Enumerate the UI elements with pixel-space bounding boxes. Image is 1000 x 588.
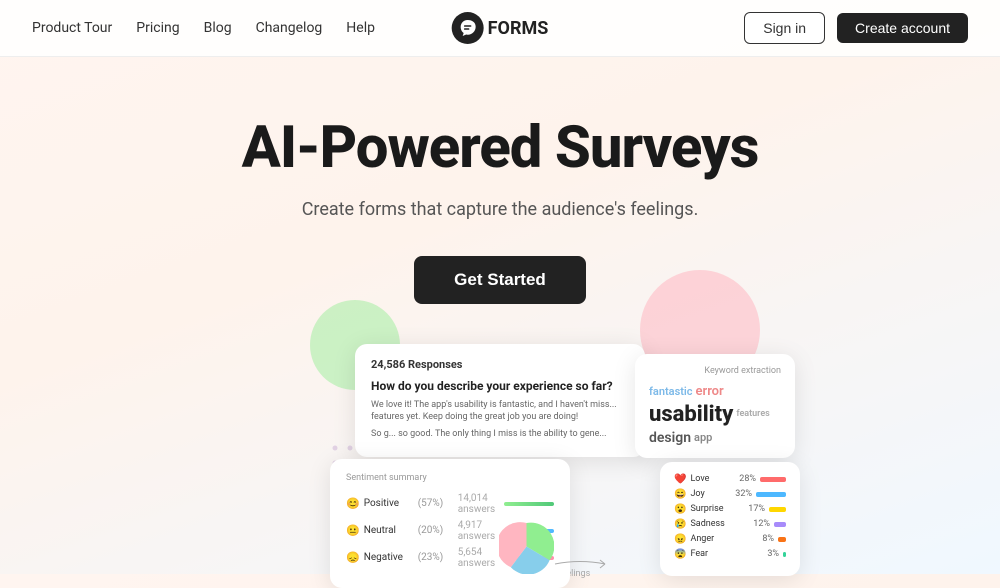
- logo[interactable]: FORMS: [452, 12, 549, 44]
- sentiment-positive: 😊 Positive (57%) 14,014 answers: [346, 493, 554, 515]
- s-name-neutral: Neutral: [364, 525, 414, 536]
- s-name-positive: Positive: [364, 498, 414, 509]
- em-name-anger: Anger: [690, 534, 742, 544]
- kw-design: design: [649, 430, 691, 446]
- nav-product-tour[interactable]: Product Tour: [32, 20, 112, 36]
- s-pct-negative: (23%): [418, 552, 454, 563]
- logo-text: FORMS: [488, 18, 549, 39]
- nav-links: Product Tour Pricing Blog Changelog Help: [32, 20, 375, 36]
- em-icon-fear: 😨: [674, 549, 686, 560]
- cta-button[interactable]: Get Started: [414, 256, 586, 304]
- kw-fantastic: fantastic: [649, 385, 693, 398]
- em-name-love: Love: [690, 474, 724, 484]
- em-bar-anger: [778, 537, 786, 542]
- response-text-1: We love it! The app's usability is fanta…: [371, 399, 629, 424]
- response-text-2: So g... so good. The only thing I miss i…: [371, 428, 629, 441]
- emoji-positive: 😊: [346, 497, 360, 510]
- emotion-surprise: 😮 Surprise 17%: [674, 504, 786, 515]
- em-bar-joy: [756, 492, 786, 497]
- em-bar-sadness: [774, 522, 786, 527]
- em-pct-fear: 3%: [751, 549, 779, 559]
- em-icon-joy: 😄: [674, 489, 686, 500]
- arrow-feelings: [550, 554, 610, 574]
- s-bar-positive: [504, 502, 554, 506]
- em-name-fear: Fear: [690, 549, 747, 559]
- nav-actions: Sign in Create account: [744, 12, 968, 44]
- em-icon-anger: 😠: [674, 534, 686, 545]
- emotion-joy: 😄 Joy 32%: [674, 489, 786, 500]
- em-pct-anger: 8%: [746, 534, 774, 544]
- sentiment-label: Sentiment summary: [346, 473, 554, 483]
- card-keywords: Keyword extraction fantastic error usabi…: [635, 354, 795, 458]
- nav-blog[interactable]: Blog: [204, 20, 232, 36]
- hero-title: AI-Powered Surveys: [20, 117, 980, 181]
- em-name-sadness: Sadness: [690, 519, 738, 529]
- survey-question: How do you describe your experience so f…: [371, 379, 629, 393]
- hero-subtitle: Create forms that capture the audience's…: [20, 199, 980, 220]
- response-count: 24,586 Responses: [371, 358, 629, 371]
- s-pct-neutral: (20%): [418, 525, 454, 536]
- em-icon-surprise: 😮: [674, 504, 686, 515]
- navbar: Product Tour Pricing Blog Changelog Help…: [0, 0, 1000, 57]
- em-icon-love: ❤️: [674, 474, 686, 485]
- emotion-anger: 😠 Anger 8%: [674, 534, 786, 545]
- keyword-label: Keyword extraction: [649, 366, 781, 376]
- pie-chart: [499, 519, 554, 574]
- em-name-joy: Joy: [690, 489, 720, 499]
- nav-changelog[interactable]: Changelog: [256, 20, 323, 36]
- em-pct-surprise: 17%: [737, 504, 765, 514]
- nav-pricing[interactable]: Pricing: [136, 20, 179, 36]
- card-emotions: ❤️ Love 28% 😄 Joy 32% 😮 Surprise 17% 😢 S…: [660, 462, 800, 576]
- s-count-neutral: 4,917 answers: [458, 520, 500, 542]
- em-icon-sadness: 😢: [674, 519, 686, 530]
- s-pct-positive: (57%): [418, 498, 454, 509]
- signin-button[interactable]: Sign in: [744, 12, 825, 44]
- emotion-sadness: 😢 Sadness 12%: [674, 519, 786, 530]
- s-count-negative: 5,654 answers: [458, 547, 500, 569]
- em-pct-sadness: 12%: [742, 519, 770, 529]
- keyword-cloud: fantastic error usability features desig…: [649, 384, 781, 446]
- s-count-positive: 14,014 answers: [458, 493, 500, 515]
- em-name-surprise: Surprise: [690, 504, 733, 514]
- card-responses: 24,586 Responses How do you describe you…: [355, 344, 645, 457]
- s-name-negative: Negative: [364, 552, 414, 563]
- em-bar-surprise: [769, 507, 786, 512]
- hero-section: AI-Powered Surveys Create forms that cap…: [0, 57, 1000, 334]
- nav-help[interactable]: Help: [346, 20, 375, 36]
- em-pct-joy: 32%: [724, 489, 752, 499]
- kw-app: app: [694, 431, 712, 444]
- emotion-fear: 😨 Fear 3%: [674, 549, 786, 560]
- create-account-button[interactable]: Create account: [837, 13, 968, 43]
- mockup-area: 24,586 Responses How do you describe you…: [0, 344, 1000, 574]
- em-bar-love: [760, 477, 786, 482]
- logo-icon: [452, 12, 484, 44]
- emoji-neutral: 😐: [346, 524, 360, 537]
- em-bar-fear: [783, 552, 786, 557]
- emotion-love: ❤️ Love 28%: [674, 474, 786, 485]
- card-sentiment: Sentiment summary 😊 Positive (57%) 14,01…: [330, 459, 570, 588]
- emoji-negative: 😞: [346, 551, 360, 564]
- kw-error: error: [696, 384, 724, 399]
- kw-usability: usability: [649, 402, 733, 427]
- kw-features: features: [736, 409, 769, 419]
- em-pct-love: 28%: [728, 474, 756, 484]
